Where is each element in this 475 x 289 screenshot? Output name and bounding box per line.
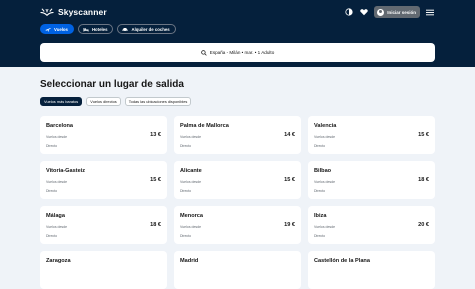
destination-direct: Directo	[314, 189, 326, 193]
search-summary-bar[interactable]: España - Milán • mar. • 1 Adulto	[40, 43, 435, 62]
destination-price: 15 €	[284, 177, 295, 183]
destination-direct: Directo	[46, 144, 58, 148]
destination-sub: Vuelos desde	[314, 180, 336, 184]
destination-price: 13 €	[150, 132, 161, 138]
filter-cheapest[interactable]: Vuelos más baratos	[40, 97, 83, 106]
destination-city: Menorca	[180, 213, 204, 219]
destination-price: 19 €	[284, 222, 295, 228]
destination-price: 18 €	[418, 177, 429, 183]
destination-card[interactable]: Barcelona Vuelos desde 13 € Directo	[40, 116, 167, 154]
tab-hotels[interactable]: Hoteles	[77, 24, 114, 34]
login-button[interactable]: Iniciar sesión	[374, 6, 420, 18]
destination-grid: Barcelona Vuelos desde 13 € Directo Palm…	[40, 116, 435, 289]
tab-flights-label: Vuelos	[54, 26, 68, 32]
tab-car-hire[interactable]: Alquiler de coches	[117, 24, 176, 34]
destination-city: Málaga	[46, 213, 65, 219]
destination-card[interactable]: Bilbao Vuelos desde 18 € Directo	[308, 161, 435, 199]
destination-sub: Vuelos desde	[46, 135, 68, 139]
destination-price: 18 €	[150, 222, 161, 228]
destination-card[interactable]: Valencia Vuelos desde 15 € Directo	[308, 116, 435, 154]
page-title: Seleccionar un lugar de salida	[40, 79, 184, 90]
brand-name: Skyscanner	[58, 7, 107, 17]
sunrise-logo-icon	[40, 8, 54, 16]
product-tabs: Vuelos Hoteles Alquiler de coches	[40, 24, 176, 34]
destination-direct: Directo	[180, 234, 192, 238]
destination-price: 20 €	[418, 222, 429, 228]
destination-city: Alicante	[180, 168, 202, 174]
destination-card[interactable]: Madrid	[174, 251, 301, 289]
menu-icon[interactable]	[425, 7, 435, 17]
destination-city: Barcelona	[46, 123, 74, 129]
heart-icon[interactable]	[359, 7, 369, 17]
destination-card[interactable]: Málaga Vuelos desde 18 € Directo	[40, 206, 167, 244]
destination-direct: Directo	[46, 189, 58, 193]
bed-icon	[83, 27, 89, 31]
tab-car-hire-label: Alquiler de coches	[131, 26, 170, 32]
search-icon	[200, 49, 207, 56]
destination-sub: Vuelos desde	[180, 225, 202, 229]
destination-card[interactable]: Ibiza Vuelos desde 20 € Directo	[308, 206, 435, 244]
header-actions: Iniciar sesión	[344, 5, 435, 19]
destination-direct: Directo	[180, 189, 192, 193]
destination-direct: Directo	[180, 144, 192, 148]
destination-sub: Vuelos desde	[314, 225, 336, 229]
tab-flights[interactable]: Vuelos	[40, 24, 74, 34]
theme-icon[interactable]	[344, 7, 354, 17]
destination-sub: Vuelos desde	[46, 225, 68, 229]
skyscanner-logo[interactable]: Skyscanner	[40, 6, 107, 18]
filter-chips: Vuelos más baratos Vuelos directos Todas…	[40, 97, 192, 106]
destination-price: 15 €	[150, 177, 161, 183]
destination-price: 15 €	[418, 132, 429, 138]
destination-city: Valencia	[314, 123, 337, 129]
user-avatar-icon	[377, 8, 385, 16]
destination-city: Ibiza	[314, 213, 327, 219]
destination-card[interactable]: Palma de Mallorca Vuelos desde 14 € Dire…	[174, 116, 301, 154]
destination-card[interactable]: Vitoria-Gasteiz Vuelos desde 15 € Direct…	[40, 161, 167, 199]
destination-direct: Directo	[314, 144, 326, 148]
car-icon	[122, 27, 128, 32]
destination-sub: Vuelos desde	[180, 180, 202, 184]
search-summary-text: España - Milán • mar. • 1 Adulto	[209, 50, 275, 55]
destination-city: Vitoria-Gasteiz	[46, 168, 86, 174]
destination-card[interactable]: Alicante Vuelos desde 15 € Directo	[174, 161, 301, 199]
login-label: Iniciar sesión	[387, 9, 416, 15]
destination-price: 14 €	[284, 132, 295, 138]
tab-hotels-label: Hoteles	[91, 26, 108, 32]
filter-direct[interactable]: Vuelos directos	[86, 97, 121, 106]
destination-sub: Vuelos desde	[314, 135, 336, 139]
plane-icon	[45, 27, 51, 31]
destination-city: Palma de Mallorca	[180, 123, 229, 129]
destination-direct: Directo	[46, 234, 58, 238]
destination-card[interactable]: Zaragoza	[40, 251, 167, 289]
destination-sub: Vuelos desde	[46, 180, 68, 184]
destination-city: Bilbao	[314, 168, 332, 174]
destination-direct: Directo	[314, 234, 326, 238]
top-header: Skyscanner Iniciar sesión Vuelos Hoteles…	[0, 0, 475, 67]
destination-card[interactable]: Castellón de la Plana	[308, 251, 435, 289]
destination-card[interactable]: Menorca Vuelos desde 19 € Directo	[174, 206, 301, 244]
filter-all-locations[interactable]: Todas las ubicaciones disponibles	[124, 97, 192, 106]
destination-sub: Vuelos desde	[180, 135, 202, 139]
